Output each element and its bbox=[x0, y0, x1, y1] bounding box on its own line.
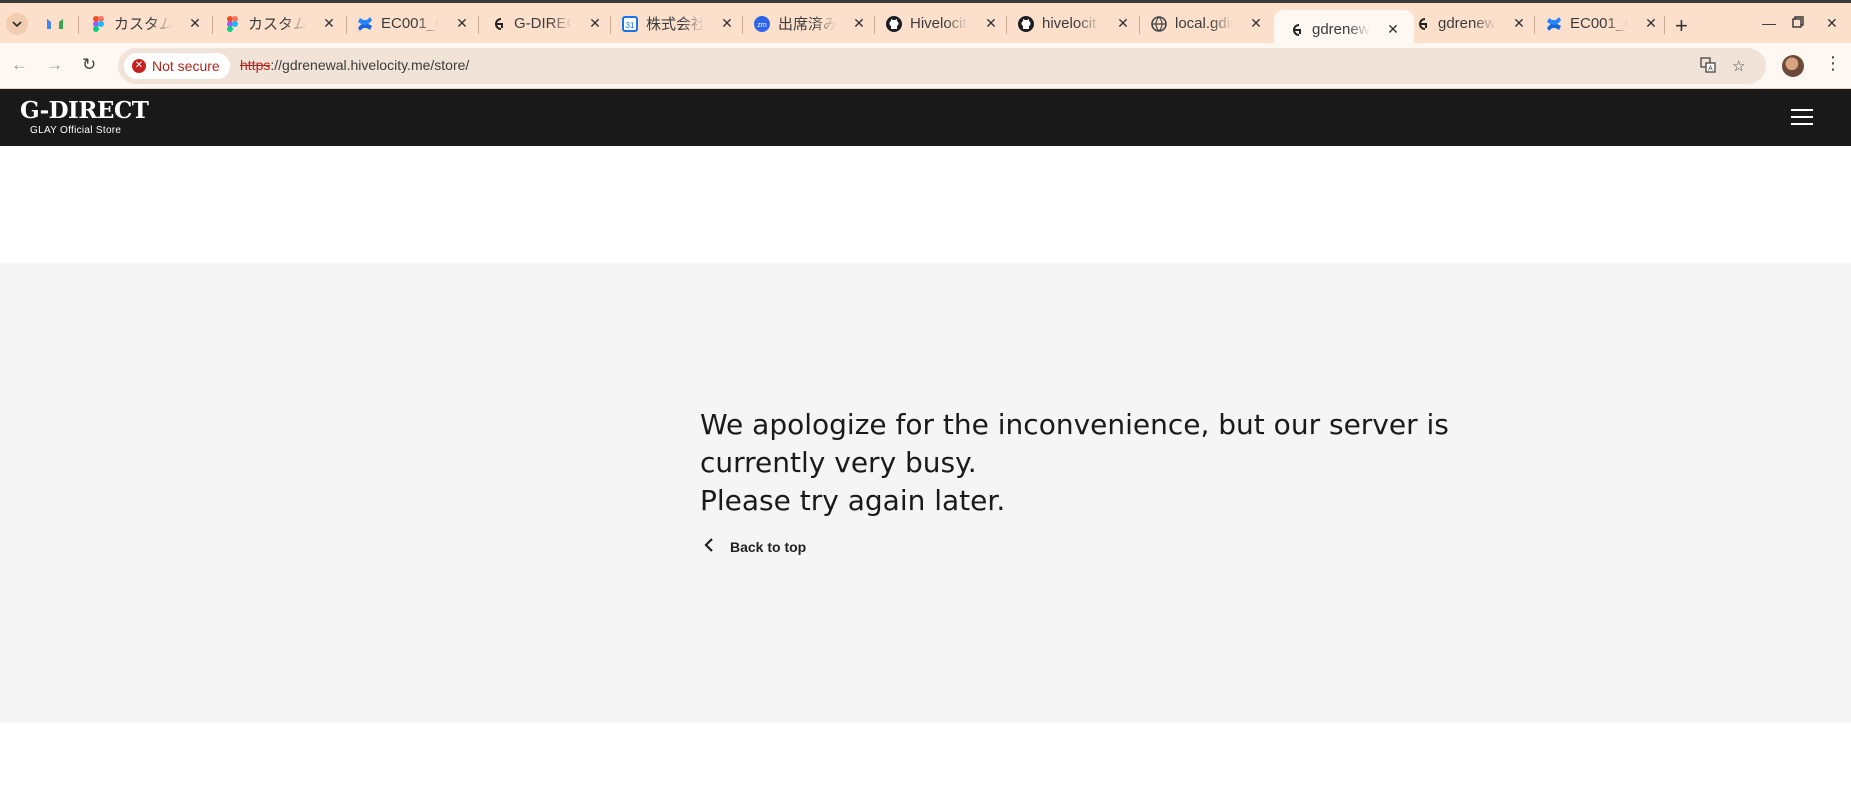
svg-text:zm: zm bbox=[757, 22, 767, 29]
close-icon[interactable]: ✕ bbox=[1116, 15, 1130, 32]
svg-text:31: 31 bbox=[626, 21, 635, 30]
bookmark-star-icon[interactable]: ☆ bbox=[1732, 57, 1745, 75]
tab-zoom[interactable]: zm 出席済み ✕ bbox=[754, 6, 866, 41]
gmail-icon bbox=[47, 16, 63, 32]
tab-figma-1[interactable]: カスタム ✕ bbox=[90, 6, 202, 41]
github-icon bbox=[1018, 15, 1034, 32]
tab-gdirect[interactable]: G-DIRECT ✕ bbox=[490, 6, 602, 41]
error-message-line1: We apologize for the inconvenience, but … bbox=[700, 408, 1449, 479]
error-message: We apologize for the inconvenience, but … bbox=[700, 406, 1460, 520]
close-icon[interactable]: ✕ bbox=[188, 15, 202, 32]
back-to-top-link[interactable]: Back to top bbox=[704, 536, 806, 557]
menu-kebab-icon[interactable]: ⋮ bbox=[1824, 53, 1842, 74]
close-icon[interactable]: ✕ bbox=[588, 15, 602, 32]
tab-title: hivelocit bbox=[1042, 15, 1100, 32]
tab-search-button[interactable] bbox=[6, 13, 28, 35]
forward-arrow-icon[interactable]: → bbox=[46, 55, 63, 75]
tab-title: gdrenew bbox=[1438, 15, 1496, 32]
close-icon[interactable]: ✕ bbox=[1386, 21, 1400, 38]
tab-title: EC001_G bbox=[1570, 15, 1628, 32]
minimize-button[interactable]: — bbox=[1762, 15, 1776, 31]
globe-icon bbox=[1151, 15, 1167, 32]
confluence-icon bbox=[1546, 16, 1562, 32]
security-chip[interactable]: ✕ Not secure bbox=[124, 53, 230, 79]
tab-gmail[interactable] bbox=[47, 6, 71, 41]
tab-figma-2[interactable]: カスタム ✕ bbox=[224, 6, 336, 41]
new-tab-button[interactable]: + bbox=[1675, 13, 1688, 39]
translate-icon[interactable]: A bbox=[1700, 57, 1716, 77]
error-message-line2: Please try again later. bbox=[700, 484, 1006, 517]
back-arrow-icon[interactable]: ← bbox=[11, 55, 28, 75]
zoom-icon: zm bbox=[754, 15, 770, 32]
tab-calendar[interactable]: 31 株式会社 ✕ bbox=[622, 6, 734, 41]
tab-title: 株式会社 bbox=[646, 13, 704, 34]
gdirect-icon bbox=[1414, 16, 1430, 32]
chevron-left-icon bbox=[704, 536, 714, 557]
close-icon[interactable]: ✕ bbox=[1512, 15, 1526, 32]
gdirect-icon bbox=[490, 16, 506, 32]
close-icon[interactable]: ✕ bbox=[720, 15, 734, 32]
close-icon[interactable]: ✕ bbox=[852, 15, 866, 32]
tab-title: gdrenew bbox=[1312, 21, 1370, 38]
calendar-icon: 31 bbox=[622, 15, 638, 32]
close-icon[interactable]: ✕ bbox=[984, 15, 998, 32]
tab-confluence-1[interactable]: EC001_G ✕ bbox=[357, 6, 469, 41]
url-text[interactable]: https://gdrenewal.hivelocity.me/store/ bbox=[240, 57, 469, 73]
close-icon[interactable]: ✕ bbox=[1644, 15, 1658, 32]
svg-text:A: A bbox=[1708, 66, 1713, 73]
close-window-button[interactable]: ✕ bbox=[1826, 15, 1838, 32]
tab-title: カスタム bbox=[114, 13, 172, 34]
not-secure-icon: ✕ bbox=[132, 59, 146, 73]
tab-title: カスタム bbox=[248, 13, 306, 34]
figma-icon bbox=[90, 15, 106, 32]
tab-gdrenewal-2[interactable]: gdrenew ✕ bbox=[1414, 6, 1526, 41]
close-icon[interactable]: ✕ bbox=[455, 15, 469, 32]
tab-github-1[interactable]: Hivelocit ✕ bbox=[886, 6, 998, 41]
site-header: G-DIRECT GLAY Official Store bbox=[0, 89, 1851, 146]
restore-button[interactable] bbox=[1792, 15, 1804, 31]
tab-title: 出席済み bbox=[778, 13, 836, 34]
tab-confluence-2[interactable]: EC001_G ✕ bbox=[1546, 6, 1658, 41]
close-icon[interactable]: ✕ bbox=[1249, 15, 1263, 32]
figma-icon bbox=[224, 15, 240, 32]
security-label: Not secure bbox=[152, 58, 220, 74]
site-logo-subtitle: GLAY Official Store bbox=[30, 125, 122, 136]
address-bar[interactable]: ✕ Not secure https://gdrenewal.hivelocit… bbox=[118, 48, 1766, 84]
gdirect-icon bbox=[1288, 22, 1304, 38]
back-to-top-label: Back to top bbox=[730, 538, 807, 555]
tab-title: Hivelocit bbox=[910, 15, 968, 32]
tab-title: G-DIRECT bbox=[514, 15, 572, 32]
github-icon bbox=[886, 15, 902, 32]
close-icon[interactable]: ✕ bbox=[322, 15, 336, 32]
tab-title: local.gdir bbox=[1175, 15, 1233, 32]
tab-strip: カスタム ✕ カスタム ✕ EC001_G ✕ G-DIRECT ✕ 31 株式… bbox=[0, 0, 1851, 49]
restore-icon bbox=[1792, 16, 1804, 28]
tab-github-2[interactable]: hivelocit ✕ bbox=[1018, 6, 1130, 41]
confluence-icon bbox=[357, 16, 373, 32]
hamburger-menu-icon[interactable] bbox=[1791, 109, 1813, 126]
reload-icon[interactable]: ↻ bbox=[82, 55, 96, 75]
tab-title: EC001_G bbox=[381, 15, 439, 32]
browser-toolbar: ← → ↻ ✕ Not secure https://gdrenewal.hiv… bbox=[0, 43, 1851, 89]
chevron-down-icon bbox=[12, 21, 22, 28]
profile-avatar[interactable] bbox=[1782, 55, 1804, 77]
site-logo[interactable]: G-DIRECT bbox=[20, 97, 149, 124]
tab-local[interactable]: local.gdir ✕ bbox=[1151, 6, 1263, 41]
